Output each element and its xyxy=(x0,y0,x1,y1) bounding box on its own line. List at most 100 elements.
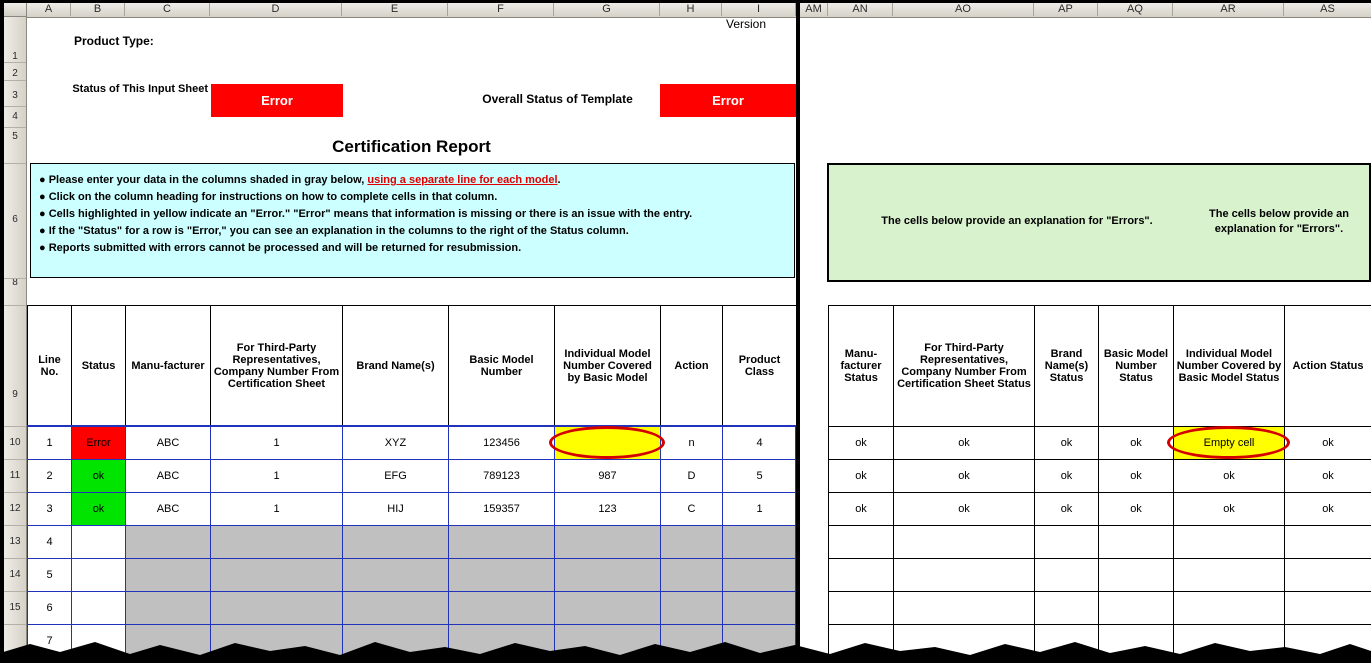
row-header-10[interactable]: 10 xyxy=(4,436,26,450)
column-header-C[interactable]: C xyxy=(125,3,210,16)
cell-C13[interactable] xyxy=(126,526,211,559)
row-header-5[interactable]: 5 xyxy=(4,130,26,144)
header-action-status[interactable]: Action Status xyxy=(1285,306,1371,427)
cell-AR13[interactable] xyxy=(1174,526,1285,559)
column-header-E[interactable]: E xyxy=(342,3,448,16)
cell-G10[interactable] xyxy=(555,427,661,460)
cell-G14[interactable] xyxy=(555,559,661,592)
header-manufacturer[interactable]: Manu-facturer xyxy=(126,306,211,427)
header-brand-names[interactable]: Brand Name(s) xyxy=(343,306,449,427)
cell-C14[interactable] xyxy=(126,559,211,592)
column-header-AO[interactable]: AO xyxy=(893,3,1034,16)
column-header-I[interactable]: I xyxy=(722,3,796,16)
cell-E15[interactable] xyxy=(343,592,449,625)
cell-D15[interactable] xyxy=(211,592,343,625)
cell-G13[interactable] xyxy=(555,526,661,559)
cell-I14[interactable] xyxy=(723,559,797,592)
cell-A10[interactable]: 1 xyxy=(28,427,72,460)
cell-A14[interactable]: 5 xyxy=(28,559,72,592)
cell-B14[interactable] xyxy=(72,559,126,592)
column-header-B[interactable]: B xyxy=(71,3,125,16)
row-header-3[interactable]: 3 xyxy=(4,89,26,103)
row-header-2[interactable]: 2 xyxy=(4,67,26,81)
cell-D10[interactable]: 1 xyxy=(211,427,343,460)
cell-C10[interactable]: ABC xyxy=(126,427,211,460)
cell-H10[interactable]: n xyxy=(661,427,723,460)
cell-C12[interactable]: ABC xyxy=(126,493,211,526)
cell-E13[interactable] xyxy=(343,526,449,559)
header-status[interactable]: Status xyxy=(72,306,126,427)
cell-F10[interactable]: 123456 xyxy=(449,427,555,460)
cell-AN15[interactable] xyxy=(829,592,894,625)
cell-E14[interactable] xyxy=(343,559,449,592)
cell-AO10[interactable]: ok xyxy=(894,427,1035,460)
cell-D11[interactable]: 1 xyxy=(211,460,343,493)
cell-A13[interactable]: 4 xyxy=(28,526,72,559)
cell-D12[interactable]: 1 xyxy=(211,493,343,526)
row-header-6[interactable]: 6 xyxy=(4,213,26,227)
header-manufacturer-status[interactable]: Manu-facturer Status xyxy=(829,306,894,427)
cell-D14[interactable] xyxy=(211,559,343,592)
cell-AO11[interactable]: ok xyxy=(894,460,1035,493)
cell-AN13[interactable] xyxy=(829,526,894,559)
column-header-AR[interactable]: AR xyxy=(1173,3,1284,16)
cell-AP10[interactable]: ok xyxy=(1035,427,1099,460)
header-basic-model-status[interactable]: Basic Model Number Status xyxy=(1099,306,1174,427)
cell-AS13[interactable] xyxy=(1285,526,1371,559)
cell-AR10[interactable]: Empty cell xyxy=(1174,427,1285,460)
cell-B12[interactable]: ok xyxy=(72,493,126,526)
cell-H15[interactable] xyxy=(661,592,723,625)
cell-AQ11[interactable]: ok xyxy=(1099,460,1174,493)
row-header-9[interactable]: 9 xyxy=(4,388,26,402)
cell-E11[interactable]: EFG xyxy=(343,460,449,493)
cell-B15[interactable] xyxy=(72,592,126,625)
header-product-class[interactable]: Product Class xyxy=(723,306,797,427)
cell-H13[interactable] xyxy=(661,526,723,559)
cell-E10[interactable]: XYZ xyxy=(343,427,449,460)
column-header-G[interactable]: G xyxy=(554,3,660,16)
cell-AR14[interactable] xyxy=(1174,559,1285,592)
header-brand-names-status[interactable]: Brand Name(s) Status xyxy=(1035,306,1099,427)
row-header-12[interactable]: 12 xyxy=(4,502,26,516)
cell-AP11[interactable]: ok xyxy=(1035,460,1099,493)
cell-I15[interactable] xyxy=(723,592,797,625)
cell-AS15[interactable] xyxy=(1285,592,1371,625)
cell-AP12[interactable]: ok xyxy=(1035,493,1099,526)
column-header-AP[interactable]: AP xyxy=(1034,3,1098,16)
cell-G12[interactable]: 123 xyxy=(555,493,661,526)
row-header-14[interactable]: 14 xyxy=(4,568,26,582)
cell-AQ10[interactable]: ok xyxy=(1099,427,1174,460)
cell-AR12[interactable]: ok xyxy=(1174,493,1285,526)
cell-B11[interactable]: ok xyxy=(72,460,126,493)
header-individual-model-number[interactable]: Individual Model Number Covered by Basic… xyxy=(555,306,661,427)
cell-A11[interactable]: 2 xyxy=(28,460,72,493)
cell-H11[interactable]: D xyxy=(661,460,723,493)
column-header-F[interactable]: F xyxy=(448,3,554,16)
cell-AN11[interactable]: ok xyxy=(829,460,894,493)
cell-AQ14[interactable] xyxy=(1099,559,1174,592)
cell-I11[interactable]: 5 xyxy=(723,460,797,493)
header-individual-model-status[interactable]: Individual Model Number Covered by Basic… xyxy=(1174,306,1285,427)
cell-F11[interactable]: 789123 xyxy=(449,460,555,493)
cell-AO15[interactable] xyxy=(894,592,1035,625)
cell-I13[interactable] xyxy=(723,526,797,559)
cell-A12[interactable]: 3 xyxy=(28,493,72,526)
row-header-4[interactable]: 4 xyxy=(4,110,26,124)
header-basic-model-number[interactable]: Basic Model Number xyxy=(449,306,555,427)
column-header-AS[interactable]: AS xyxy=(1284,3,1371,16)
header-company-number-status[interactable]: For Third-Party Representatives, Company… xyxy=(894,306,1035,427)
header-line-no[interactable]: Line No. xyxy=(28,306,72,427)
column-header-H[interactable]: H xyxy=(660,3,722,16)
cell-AQ13[interactable] xyxy=(1099,526,1174,559)
column-header-AM[interactable]: AM xyxy=(800,3,828,16)
cell-AN10[interactable]: ok xyxy=(829,427,894,460)
cell-I12[interactable]: 1 xyxy=(723,493,797,526)
cell-H12[interactable]: C xyxy=(661,493,723,526)
cell-AR11[interactable]: ok xyxy=(1174,460,1285,493)
cell-F13[interactable] xyxy=(449,526,555,559)
column-header-D[interactable]: D xyxy=(210,3,342,16)
cell-AN12[interactable]: ok xyxy=(829,493,894,526)
cell-AO14[interactable] xyxy=(894,559,1035,592)
cell-AS12[interactable]: ok xyxy=(1285,493,1371,526)
column-header-A[interactable]: A xyxy=(27,3,71,16)
